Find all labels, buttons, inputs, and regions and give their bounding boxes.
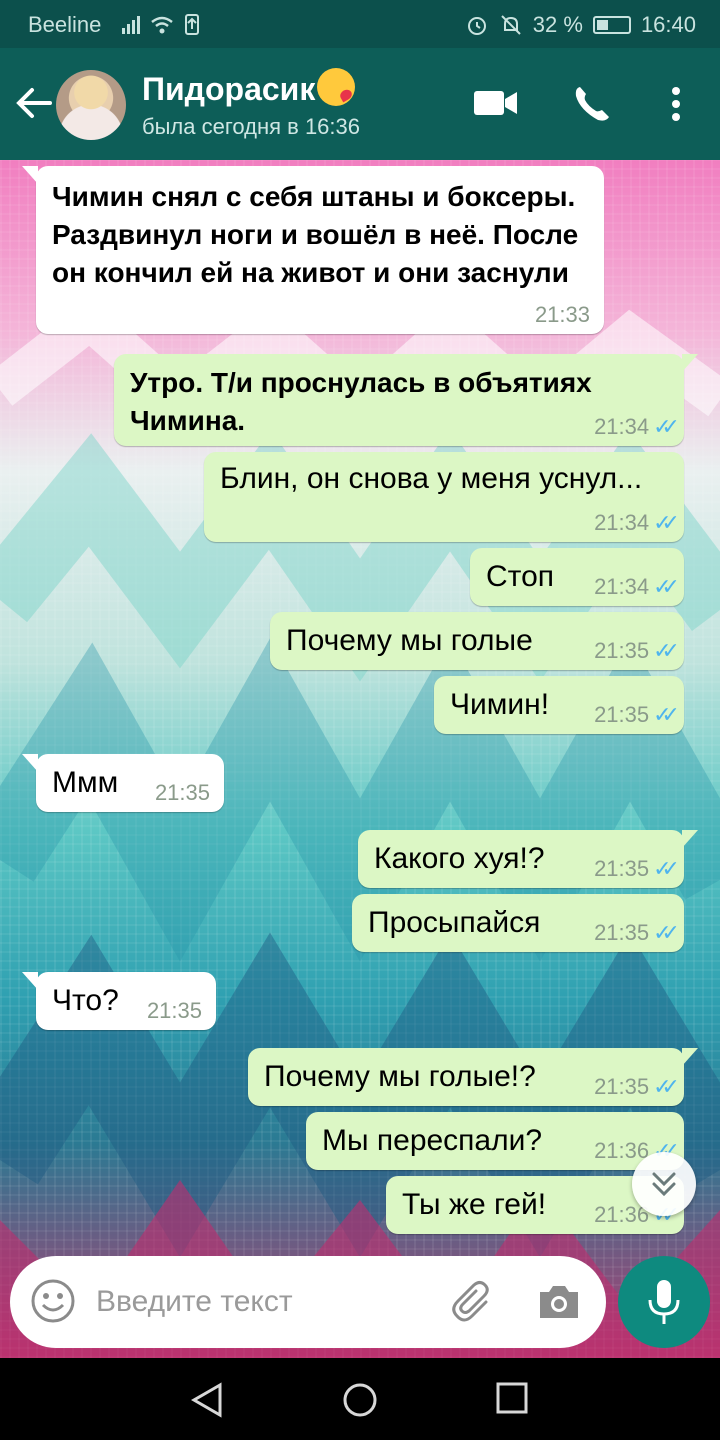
time-text: 21:35	[154, 780, 210, 805]
chevron-double-down-icon	[652, 1172, 676, 1197]
bubble-tail	[22, 166, 38, 184]
chat-header: Пидорасик была сегодня в 16:36	[0, 48, 720, 160]
message-outgoing[interactable]: Почему мы голые 21:35 ✓✓	[270, 612, 684, 670]
message-text: Блин, он снова у меня уснул...	[220, 462, 643, 495]
avatar[interactable]	[56, 70, 126, 140]
message-time: 21:35 ✓✓	[594, 702, 680, 728]
message-time: 21:34 ✓✓	[594, 510, 680, 536]
message-incoming[interactable]: Чимин снял с себя штаны и боксеры. Раздв…	[22, 166, 604, 334]
read-receipt-icon: ✓✓	[653, 638, 680, 663]
home-nav-icon[interactable]	[342, 1382, 378, 1418]
battery-percent: 32 %	[532, 12, 583, 37]
paperclip-icon[interactable]	[450, 1280, 496, 1326]
system-navigation-bar	[0, 1358, 720, 1440]
message-text: Чимин снял с себя штаны и боксеры. Раздв…	[52, 181, 579, 288]
message-time: 21:35 ✓✓	[594, 638, 680, 664]
read-receipt-icon: ✓✓	[653, 414, 680, 439]
bubble-tail	[22, 754, 38, 772]
chat-area[interactable]: Чимин снял с себя штаны и боксеры. Раздв…	[0, 160, 720, 1358]
message-outgoing[interactable]: Блин, он снова у меня уснул... 21:34 ✓✓	[204, 452, 684, 542]
bubble-tail	[682, 1048, 698, 1066]
time-text: 21:34	[594, 510, 650, 535]
message-outgoing[interactable]: Просыпайся 21:35 ✓✓	[352, 894, 684, 952]
message-composer	[10, 1256, 606, 1348]
back-nav-icon[interactable]	[190, 1382, 224, 1418]
camera-icon[interactable]	[538, 1282, 580, 1322]
message-time: 21:35	[147, 998, 202, 1024]
battery-fill	[596, 20, 608, 30]
emoji-icon[interactable]	[30, 1278, 76, 1324]
message-outgoing[interactable]: Какого хуя!? 21:35 ✓✓	[358, 830, 698, 888]
scroll-to-bottom-button[interactable]	[632, 1152, 696, 1216]
message-time: 21:34 ✓✓	[594, 574, 680, 600]
bubble-tail	[682, 354, 698, 372]
time-text: 21:34	[594, 414, 650, 439]
alarm-icon	[467, 17, 486, 35]
time-text: 21:34	[594, 574, 650, 599]
read-receipt-icon: ✓✓	[653, 920, 680, 945]
recents-nav-icon[interactable]	[496, 1382, 528, 1414]
status-bar: Beeline 32 % 16:40	[0, 0, 720, 48]
time-text: 21:35	[594, 702, 650, 727]
mic-icon	[648, 1280, 680, 1324]
message-time: 21:35 ✓✓	[594, 856, 680, 882]
arrow-left-icon[interactable]	[12, 78, 56, 128]
message-time: 21:33	[535, 302, 590, 328]
time-text: 21:35	[594, 1074, 650, 1099]
signal-wifi-icons	[120, 12, 210, 42]
message-time: 21:35 ✓✓	[594, 1074, 680, 1100]
read-receipt-icon: ✓✓	[653, 1074, 680, 1099]
time-text: 21:33	[534, 302, 590, 327]
battery-icon	[592, 16, 631, 34]
read-receipt-icon: ✓✓	[653, 856, 680, 881]
contact-name[interactable]: Пидорасик	[142, 68, 356, 108]
clock: 16:40	[640, 12, 696, 37]
more-vertical-icon[interactable]	[668, 86, 684, 122]
message-incoming[interactable]: Ммм 21:35	[22, 754, 224, 812]
message-text: Утро. Т/и проснулась в объятиях Чимина.	[130, 367, 592, 436]
message-incoming[interactable]: Что? 21:35	[22, 972, 216, 1030]
message-outgoing[interactable]: Мы переспали? 21:36 ✓✓	[306, 1112, 684, 1170]
time-text: 21:35	[594, 856, 650, 881]
phone-icon[interactable]	[572, 84, 612, 124]
bubble-tail	[22, 972, 38, 990]
contact-name-text: Пидорасик	[142, 71, 316, 107]
mute-bell-icon	[501, 15, 521, 35]
read-receipt-icon: ✓✓	[653, 574, 680, 599]
carrier-name: Beeline	[28, 12, 102, 37]
message-outgoing[interactable]: Чимин! 21:35 ✓✓	[434, 676, 684, 734]
bubble-tail	[682, 830, 698, 848]
message-time: 21:35 ✓✓	[594, 920, 680, 946]
time-text: 21:35	[594, 920, 650, 945]
kiss-emoji	[317, 68, 356, 106]
message-outgoing[interactable]: Почему мы голые!? 21:35 ✓✓	[248, 1048, 698, 1106]
read-receipt-icon: ✓✓	[653, 702, 680, 727]
time-text: 21:35	[146, 998, 202, 1023]
message-time: 21:35	[155, 780, 210, 806]
read-receipt-icon: ✓✓	[653, 510, 680, 535]
mic-button[interactable]	[618, 1256, 710, 1348]
video-call-icon[interactable]	[474, 88, 518, 118]
message-time: 21:34 ✓✓	[594, 414, 680, 440]
message-input[interactable]	[96, 1278, 416, 1326]
last-seen: была сегодня в 16:36	[142, 114, 360, 139]
message-outgoing[interactable]: Стоп 21:34 ✓✓	[470, 548, 684, 606]
message-outgoing[interactable]: Утро. Т/и проснулась в объятиях Чимина. …	[114, 354, 698, 446]
time-text: 21:35	[594, 638, 650, 663]
